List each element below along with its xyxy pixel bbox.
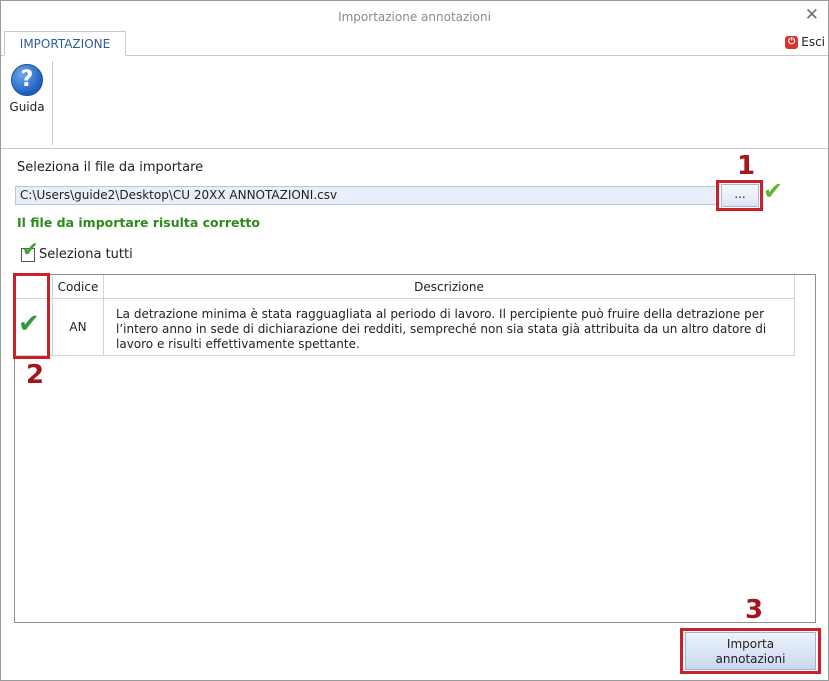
select-all-box[interactable]: ✔ xyxy=(21,239,39,262)
callout-box-browse xyxy=(716,180,763,211)
tab-importazione[interactable]: IMPORTAZIONE xyxy=(4,31,126,56)
ribbon-tab-strip: IMPORTAZIONE ⏻ Esci xyxy=(1,31,828,56)
exit-button[interactable]: ⏻ Esci xyxy=(785,35,825,49)
callout-number-1: 1 xyxy=(737,151,756,181)
ribbon-panel: ? Guida xyxy=(1,56,828,149)
column-header-codice[interactable]: Codice xyxy=(53,275,104,299)
select-all-checkbox[interactable]: ✔ Seleziona tutti xyxy=(21,239,133,262)
annotations-table: Codice Descrizione ✔ AN La detrazione mi… xyxy=(14,274,816,623)
table-row[interactable]: ✔ AN La detrazione minima è stata raggua… xyxy=(15,299,795,356)
callout-number-3: 3 xyxy=(745,595,764,625)
power-icon: ⏻ xyxy=(785,35,799,49)
file-path-field[interactable]: C:\Users\guide2\Desktop\CU 20XX ANNOTAZI… xyxy=(15,186,717,205)
select-all-label: Seleziona tutti xyxy=(39,247,133,262)
help-label: Guida xyxy=(9,100,45,114)
ribbon-divider xyxy=(52,61,53,145)
callout-number-2: 2 xyxy=(26,360,45,390)
row-code: AN xyxy=(53,299,104,356)
check-icon: ✔ xyxy=(763,177,784,205)
file-select-label: Seleziona il file da importare xyxy=(17,160,204,175)
table-header: Codice Descrizione xyxy=(15,275,795,299)
check-icon: ✔ xyxy=(22,237,39,261)
help-button[interactable]: ? Guida xyxy=(7,64,47,114)
exit-label: Esci xyxy=(801,35,825,49)
import-dialog: Importazione annotazioni ✕ IMPORTAZIONE … xyxy=(0,0,829,681)
file-status-message: Il file da importare risulta corretto xyxy=(17,215,260,230)
title-bar: Importazione annotazioni ✕ xyxy=(1,1,828,31)
close-icon[interactable]: ✕ xyxy=(805,5,819,25)
row-description: La detrazione minima è stata ragguagliat… xyxy=(104,299,795,356)
callout-box-import xyxy=(680,628,821,674)
column-header-descrizione[interactable]: Descrizione xyxy=(104,275,795,299)
callout-box-checkbox xyxy=(13,273,50,359)
window-title: Importazione annotazioni xyxy=(338,10,491,24)
help-circle-icon: ? xyxy=(11,64,43,96)
